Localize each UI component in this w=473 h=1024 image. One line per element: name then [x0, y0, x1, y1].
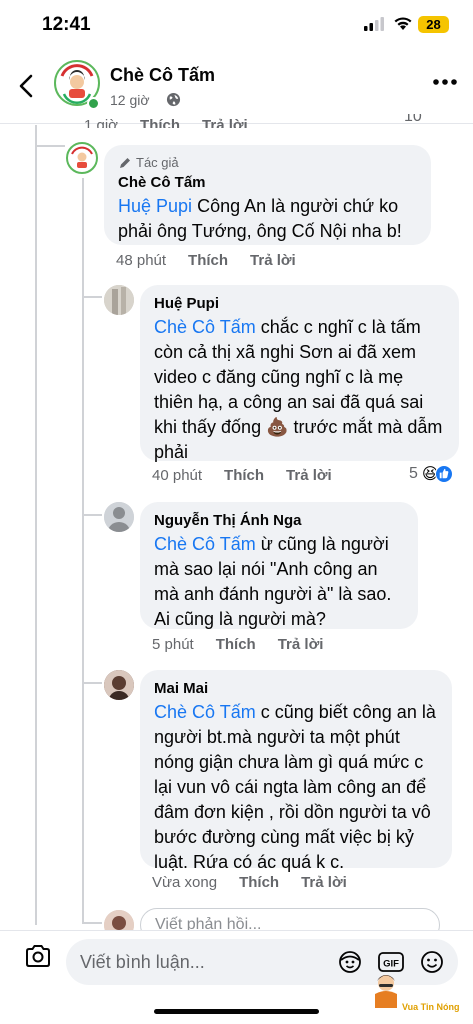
globe-icon — [166, 92, 181, 107]
status-time: 12:41 — [42, 14, 91, 35]
comment-time: 1 giờ — [84, 117, 119, 128]
watermark-label: Vua Tin Nóng — [402, 1002, 460, 1012]
more-options-icon[interactable] — [432, 76, 458, 88]
commenter-avatar[interactable] — [104, 670, 134, 700]
comment-time[interactable]: 48 phút — [116, 252, 166, 269]
thread-connector — [35, 125, 37, 925]
mention-link[interactable]: Chè Cô Tấm — [154, 534, 256, 554]
comment-bubble[interactable]: Mai Mai Chè Cô Tấm c cũng biết công an l… — [140, 670, 452, 872]
mention-link[interactable]: Huệ Pupi — [118, 196, 192, 216]
post-time[interactable]: 12 giờ — [110, 92, 150, 108]
poop-emoji: 💩 — [266, 417, 289, 437]
comment-bubble[interactable]: Nguyễn Thị Ánh Nga Chè Cô Tấm ừ cũng là … — [140, 502, 418, 629]
thread-connector — [35, 145, 65, 147]
battery-indicator: 28 — [418, 16, 449, 33]
avatar-sticker-icon[interactable] — [338, 950, 362, 974]
reply-button[interactable]: Trả lời — [202, 117, 248, 128]
thread-connector — [82, 296, 102, 298]
commenter-name[interactable]: Nguyễn Thị Ánh Nga — [154, 512, 404, 529]
reaction-summary[interactable]: 5 😆 — [409, 464, 453, 484]
comment-actions: Vừa xong Thích Trả lời — [152, 874, 347, 891]
like-reaction-icon — [434, 465, 453, 483]
like-button[interactable]: Thích — [216, 636, 256, 653]
camera-icon[interactable] — [24, 943, 52, 969]
author-badge: Tác giả — [118, 155, 417, 170]
page-name[interactable]: Chè Cô Tấm — [110, 65, 215, 86]
wifi-icon — [394, 17, 412, 30]
home-indicator — [154, 1009, 319, 1014]
pencil-icon — [120, 157, 130, 168]
status-bar: 12:41 28 — [0, 0, 473, 50]
mention-link[interactable]: Chè Cô Tấm — [154, 317, 256, 337]
thread-connector — [82, 682, 102, 684]
commenter-name[interactable]: Mai Mai — [154, 680, 438, 697]
reaction-count: 5 — [409, 465, 418, 482]
comment-text: Chè Cô Tấm ừ cũng là người mà sao lại nó… — [154, 534, 392, 629]
online-status-dot — [87, 97, 100, 110]
watermark: Vua Tin Nóng — [366, 970, 473, 1020]
comment-actions: 40 phút Thích Trả lời — [152, 467, 332, 484]
like-button[interactable]: Thích — [224, 467, 264, 484]
commenter-avatar[interactable] — [66, 142, 98, 174]
back-arrow-icon[interactable] — [14, 72, 42, 100]
like-button[interactable]: Thích — [188, 252, 228, 269]
comment-text: Chè Cô Tấm c cũng biết công an là người … — [154, 702, 436, 872]
comment-actions: 5 phút Thích Trả lời — [152, 636, 323, 653]
author-badge-label: Tác giả — [136, 155, 179, 170]
comment-bubble[interactable]: Huệ Pupi Chè Cô Tấm chắc c nghĩ c là tấm… — [140, 285, 459, 462]
reply-button[interactable]: Trả lời — [278, 636, 324, 653]
comment-time[interactable]: 5 phút — [152, 636, 194, 653]
previous-reaction-count: 10 — [404, 114, 422, 125]
comment-time[interactable]: 40 phút — [152, 467, 202, 484]
thread-connector — [82, 922, 102, 924]
comment-text: Chè Cô Tấm chắc c nghĩ c là tấm còn cả t… — [154, 317, 443, 462]
commenter-name[interactable]: Huệ Pupi — [154, 295, 445, 312]
watermark-logo-image — [375, 975, 397, 1008]
thread-connector — [82, 514, 102, 516]
reply-button[interactable]: Trả lời — [250, 252, 296, 269]
thread-connector — [82, 178, 84, 923]
commenter-name[interactable]: Chè Cô Tấm — [118, 174, 417, 191]
commenter-avatar[interactable] — [104, 285, 134, 315]
svg-text:GIF: GIF — [383, 959, 399, 970]
comment-time[interactable]: Vừa xong — [152, 874, 217, 891]
like-button[interactable]: Thích — [239, 874, 279, 891]
comment-text: Huệ Pupi Công An là người chứ ko phải ôn… — [118, 196, 402, 241]
commenter-avatar[interactable] — [104, 502, 134, 532]
mention-link[interactable]: Chè Cô Tấm — [154, 702, 256, 722]
reply-button[interactable]: Trả lời — [286, 467, 332, 484]
comment-bubble[interactable]: Tác giả Chè Cô Tấm Huệ Pupi Công An là n… — [104, 145, 431, 245]
cellular-signal-icon — [364, 17, 384, 31]
comment-input-placeholder: Viết bình luận... — [80, 952, 205, 972]
like-button[interactable]: Thích — [140, 117, 180, 128]
previous-comment-meta: 1 giờ Thích Trả lời — [84, 114, 248, 128]
reply-button[interactable]: Trả lời — [301, 874, 347, 891]
comment-actions: 48 phút Thích Trả lời — [116, 252, 296, 269]
